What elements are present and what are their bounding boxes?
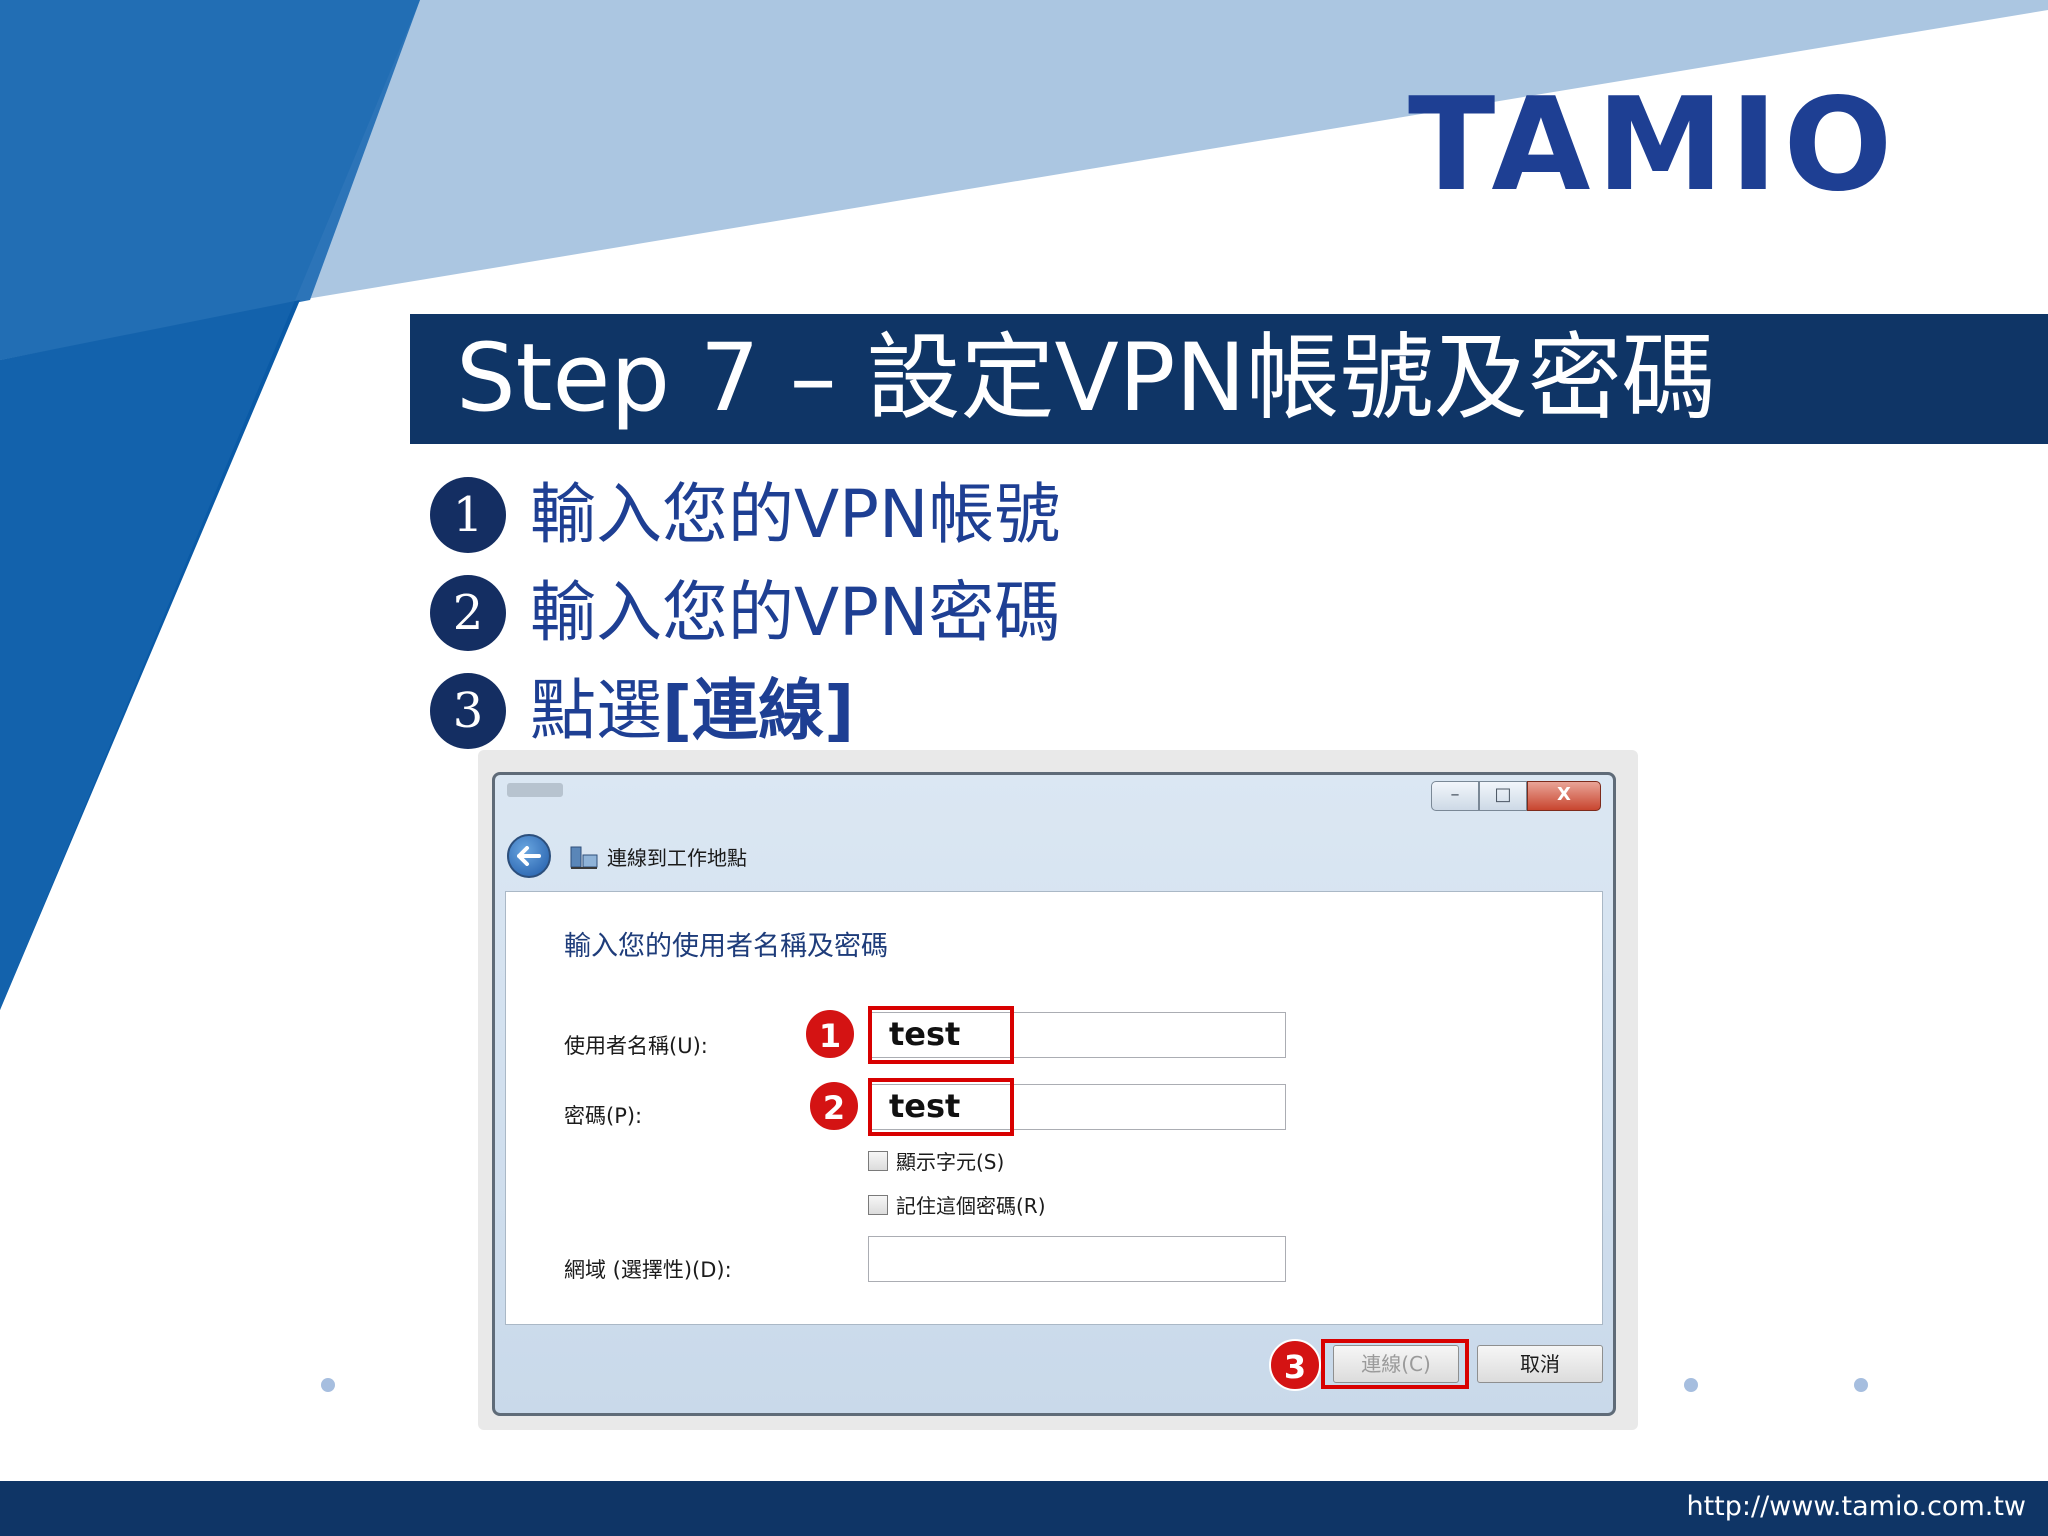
dialog-heading: 輸入您的使用者名稱及密碼 <box>564 931 888 962</box>
connect-highlight <box>1321 1339 1469 1389</box>
dialog-content: 輸入您的使用者名稱及密碼 使用者名稱(U): test 1 密碼(P): tes… <box>505 891 1603 1325</box>
username-highlight <box>868 1006 1014 1064</box>
decor-dot <box>1684 1378 1698 1392</box>
step-number: 3 <box>430 673 506 749</box>
dialog-footer: 連線(C) 3 取消 <box>505 1331 1603 1403</box>
step-badge-3: 3 <box>1269 1339 1321 1391</box>
step-item: 2 輸入您的VPN密碼 <box>430 564 1060 662</box>
username-label: 使用者名稱(U): <box>564 1034 708 1058</box>
logo-text: TAMIO <box>1408 71 1899 220</box>
remember-password-checkbox[interactable] <box>868 1194 888 1215</box>
step-text: 輸入您的VPN密碼 <box>530 574 1061 651</box>
maximize-button[interactable]: □ <box>1479 781 1527 811</box>
vpn-login-dialog: – □ X 連線到工作地點 輸入您的使用者名稱及密碼 使用者名稱(U): tes… <box>492 772 1616 1416</box>
show-chars-checkbox[interactable] <box>868 1150 888 1171</box>
show-chars-option[interactable]: 顯示字元(S) <box>868 1146 1004 1175</box>
step-number: 2 <box>430 575 506 651</box>
minimize-button[interactable]: – <box>1431 781 1479 811</box>
password-highlight <box>868 1078 1014 1136</box>
domain-label: 網域 (選擇性)(D): <box>564 1258 732 1282</box>
network-computer-icon <box>570 846 598 869</box>
footer-url[interactable]: http://www.tamio.com.tw <box>1686 1491 2026 1522</box>
nav-row: 連線到工作地點 <box>507 831 747 881</box>
step-badge-2: 2 <box>808 1080 860 1132</box>
footer-bar: http://www.tamio.com.tw <box>0 1481 2048 1536</box>
back-arrow-icon <box>517 846 541 866</box>
step-text-bold: [連線] <box>662 672 855 749</box>
window-controls: – □ X <box>1431 781 1601 811</box>
decor-dot <box>1854 1378 1868 1392</box>
remember-password-label: 記住這個密碼(R) <box>896 1194 1046 1218</box>
step-item: 3 點選[連線] <box>430 662 1060 760</box>
show-chars-label: 顯示字元(S) <box>896 1150 1005 1174</box>
step-text: 輸入您的VPN帳號 <box>530 476 1061 553</box>
back-button[interactable] <box>507 834 551 878</box>
slide-title: Step 7 – 設定VPN帳號及密碼 <box>456 324 1716 433</box>
remember-password-option[interactable]: 記住這個密碼(R) <box>868 1190 1046 1219</box>
domain-field[interactable] <box>868 1236 1286 1282</box>
tamio-logo: TAMIO <box>1408 80 1948 212</box>
close-button[interactable]: X <box>1527 781 1601 811</box>
password-label: 密碼(P): <box>564 1104 643 1128</box>
title-bar: Step 7 – 設定VPN帳號及密碼 <box>410 314 2048 444</box>
step-badge-1: 1 <box>804 1008 856 1060</box>
nav-title: 連線到工作地點 <box>607 845 747 870</box>
titlebar-caption <box>507 783 563 797</box>
step-text-prefix: 點選 <box>530 672 662 749</box>
step-text: 點選[連線] <box>530 666 854 756</box>
cancel-button[interactable]: 取消 <box>1477 1345 1603 1383</box>
steps-list: 1 輸入您的VPN帳號 2 輸入您的VPN密碼 3 點選[連線] <box>430 466 1060 760</box>
decor-dot <box>321 1378 335 1392</box>
step-item: 1 輸入您的VPN帳號 <box>430 466 1060 564</box>
step-number: 1 <box>430 477 506 553</box>
